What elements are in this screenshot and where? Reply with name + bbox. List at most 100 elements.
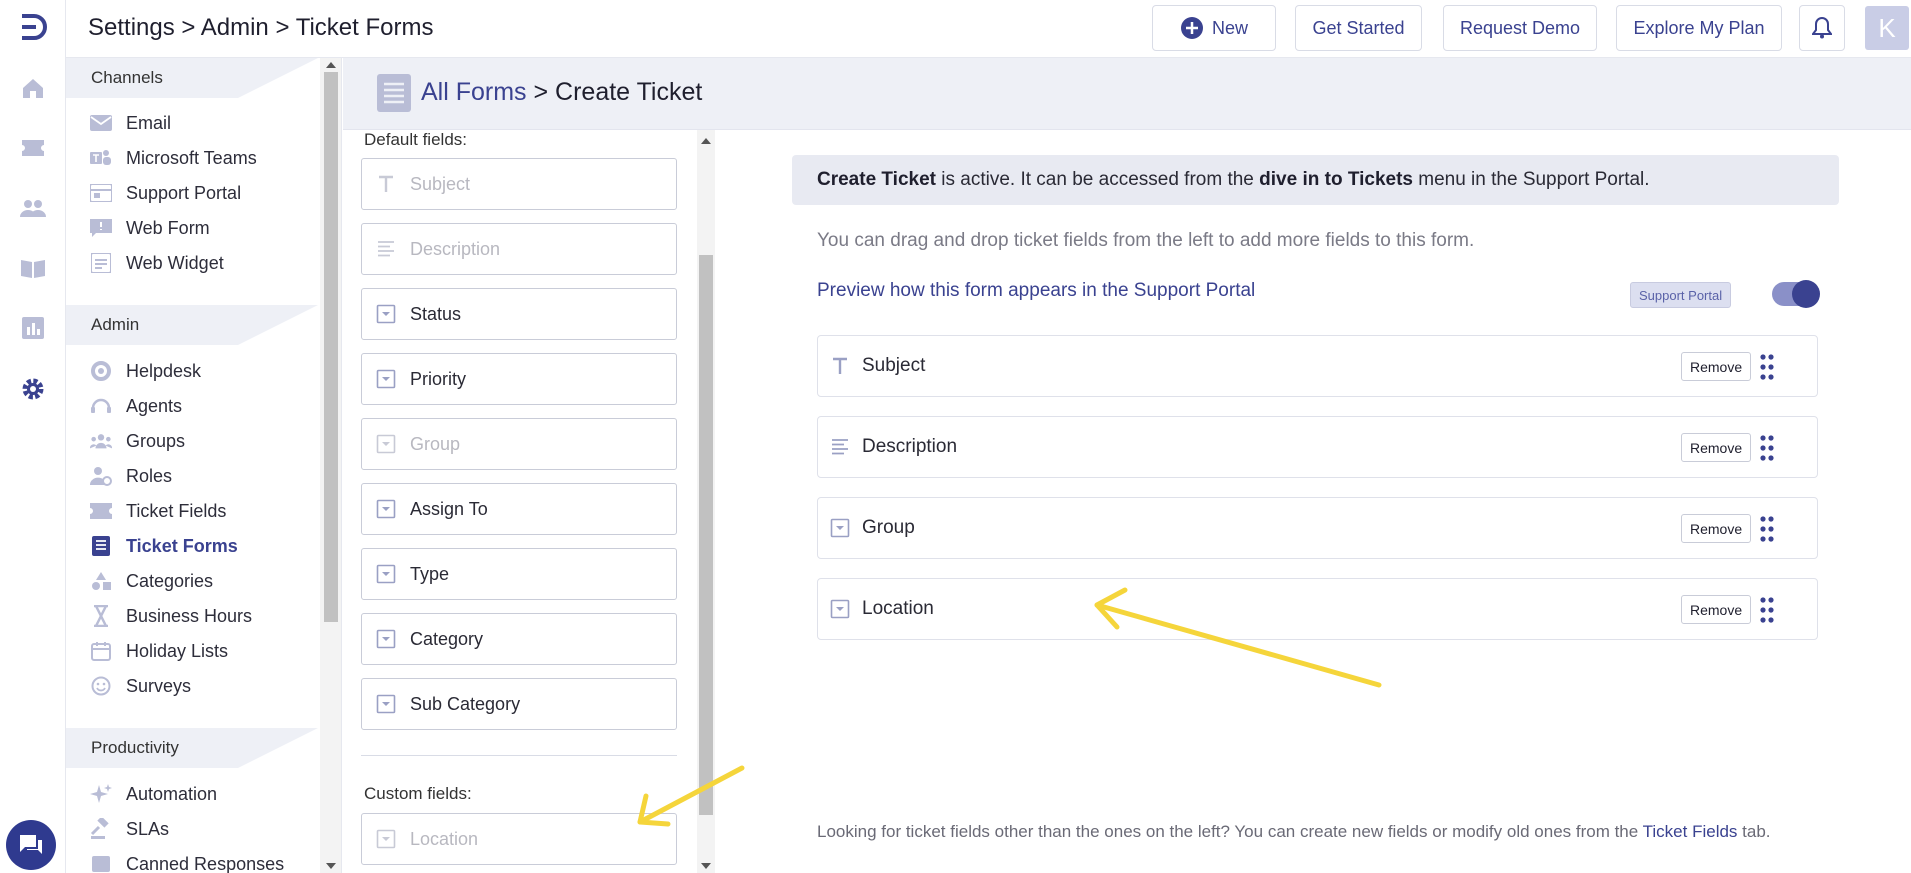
sidebar-item-slas[interactable]: SLAs: [90, 814, 169, 844]
form-field-row[interactable]: Subject Remove: [817, 335, 1818, 397]
helpdesk-icon: [90, 360, 112, 382]
sidebar-item-groups[interactable]: Groups: [90, 426, 185, 456]
sidebar-item-automation[interactable]: Automation: [90, 779, 217, 809]
drag-handle-icon[interactable]: [1760, 516, 1774, 542]
sidebar-item-holiday-lists[interactable]: Holiday Lists: [90, 636, 228, 666]
palette-scrollbar[interactable]: [697, 130, 715, 873]
app-logo-icon[interactable]: [16, 12, 50, 42]
sidebar-item-ticket-forms[interactable]: Ticket Forms: [90, 531, 238, 561]
drag-handle-icon[interactable]: [1760, 435, 1774, 461]
palette-field-category[interactable]: Category: [361, 613, 677, 665]
productivity-heading: Productivity: [66, 728, 318, 768]
page-title: All Forms > Create Ticket: [421, 78, 702, 107]
scroll-up-arrow-icon[interactable]: [701, 138, 711, 144]
scroll-up-arrow-icon[interactable]: [326, 62, 336, 68]
drag-handle-icon[interactable]: [1760, 354, 1774, 380]
form-active-toggle[interactable]: [1772, 280, 1820, 308]
dropdown-field-icon: [376, 629, 396, 649]
footer-text-end: tab.: [1737, 822, 1771, 841]
get-started-button[interactable]: Get Started: [1295, 5, 1422, 51]
request-demo-button[interactable]: Request Demo: [1443, 5, 1597, 51]
drag-drop-hint: You can drag and drop ticket fields from…: [817, 230, 1475, 251]
sidebar-item-microsoft-teams[interactable]: Microsoft Teams: [90, 143, 257, 173]
widget-icon: [90, 252, 112, 274]
user-avatar[interactable]: K: [1865, 6, 1909, 50]
groups-icon: [90, 430, 112, 452]
palette-divider: [361, 755, 677, 756]
all-forms-link[interactable]: All Forms: [421, 78, 527, 106]
default-fields-label: Default fields:: [364, 130, 467, 149]
dropdown-field-icon: [376, 564, 396, 584]
sidebar-item-categories[interactable]: Categories: [90, 566, 213, 596]
dropdown-field-icon: [376, 369, 396, 389]
agents-icon: [90, 395, 112, 417]
new-button[interactable]: New: [1152, 5, 1276, 51]
sidebar-item-agents[interactable]: Agents: [90, 391, 182, 421]
scroll-down-arrow-icon[interactable]: [701, 863, 711, 869]
form-field-row[interactable]: Group Remove: [817, 497, 1818, 559]
remove-field-button[interactable]: Remove: [1681, 514, 1752, 543]
ticket-forms-icon: [90, 535, 112, 557]
palette-field-label: Category: [410, 628, 484, 649]
home-icon[interactable]: [19, 74, 47, 102]
remove-field-button[interactable]: Remove: [1681, 595, 1752, 624]
sidebar-item-label: SLAs: [126, 818, 170, 839]
sidebar-item-web-widget[interactable]: Web Widget: [90, 248, 224, 278]
sidebar-item-label: Microsoft Teams: [126, 147, 257, 168]
knowledge-base-icon[interactable]: [19, 254, 47, 282]
sidebar-item-helpdesk[interactable]: Helpdesk: [90, 356, 201, 386]
sidebar-item-canned-responses[interactable]: Canned Responses: [90, 849, 284, 873]
form-field-row[interactable]: Location Remove: [817, 578, 1818, 640]
form-field-row[interactable]: Description Remove: [817, 416, 1818, 478]
teams-icon: [90, 147, 112, 169]
sidebar-item-web-form[interactable]: Web Form: [90, 213, 210, 243]
chat-bubble-icon[interactable]: [6, 820, 56, 870]
form-field-label: Subject: [862, 355, 926, 376]
contacts-icon[interactable]: [19, 194, 47, 222]
form-icon: [377, 74, 411, 112]
sidebar-scrollbar[interactable]: [320, 58, 341, 873]
settings-icon[interactable]: [19, 375, 47, 403]
sidebar-item-label: Business Hours: [126, 605, 253, 626]
notifications-bell-icon[interactable]: [1799, 5, 1845, 51]
palette-field-group: Group: [361, 418, 677, 470]
remove-field-button[interactable]: Remove: [1681, 433, 1752, 462]
palette-field-assign-to[interactable]: Assign To: [361, 483, 677, 535]
settings-sidebar: Channels Email Microsoft Teams Support P…: [66, 58, 342, 873]
sidebar-item-business-hours[interactable]: Business Hours: [90, 601, 252, 631]
dropdown-field-icon: [376, 304, 396, 324]
ticket-fields-icon: [90, 500, 112, 522]
page-title-current: > Create Ticket: [526, 78, 703, 106]
sidebar-item-label: Ticket Fields: [126, 500, 227, 521]
remove-field-button[interactable]: Remove: [1681, 352, 1752, 381]
sidebar-item-roles[interactable]: Roles: [90, 461, 172, 491]
scroll-down-arrow-icon[interactable]: [326, 863, 336, 869]
sidebar-item-label: Categories: [126, 570, 214, 591]
palette-field-status[interactable]: Status: [361, 288, 677, 340]
dropdown-field-icon: [376, 434, 396, 454]
sidebar-item-label: Web Widget: [126, 252, 224, 273]
sidebar-item-ticket-fields[interactable]: Ticket Fields: [90, 496, 226, 526]
reports-icon[interactable]: [19, 314, 47, 342]
palette-scroll-thumb[interactable]: [699, 255, 713, 815]
drag-handle-icon[interactable]: [1760, 597, 1774, 623]
support-portal-badge: Support Portal: [1630, 282, 1732, 308]
sidebar-item-email[interactable]: Email: [90, 108, 171, 138]
sidebar-scroll-thumb[interactable]: [324, 72, 338, 622]
sidebar-item-label: Canned Responses: [126, 853, 285, 873]
channels-heading: Channels: [66, 58, 318, 98]
tickets-icon[interactable]: [19, 134, 47, 162]
sidebar-item-label: Helpdesk: [126, 360, 202, 381]
explore-plan-button[interactable]: Explore My Plan: [1616, 5, 1782, 51]
ticket-fields-tab-link[interactable]: Ticket Fields: [1643, 822, 1738, 841]
sidebar-item-surveys[interactable]: Surveys: [90, 671, 191, 701]
palette-field-sub-category[interactable]: Sub Category: [361, 678, 677, 730]
palette-field-label: Group: [410, 433, 461, 454]
sidebar-item-support-portal[interactable]: Support Portal: [90, 178, 241, 208]
palette-field-type[interactable]: Type: [361, 548, 677, 600]
dropdown-field-icon: [830, 518, 850, 538]
dropdown-field-icon: [376, 829, 396, 849]
preview-portal-link[interactable]: Preview how this form appears in the Sup…: [817, 280, 1255, 302]
footer-text: Looking for ticket fields other than the…: [817, 822, 1643, 841]
palette-field-priority[interactable]: Priority: [361, 353, 677, 405]
